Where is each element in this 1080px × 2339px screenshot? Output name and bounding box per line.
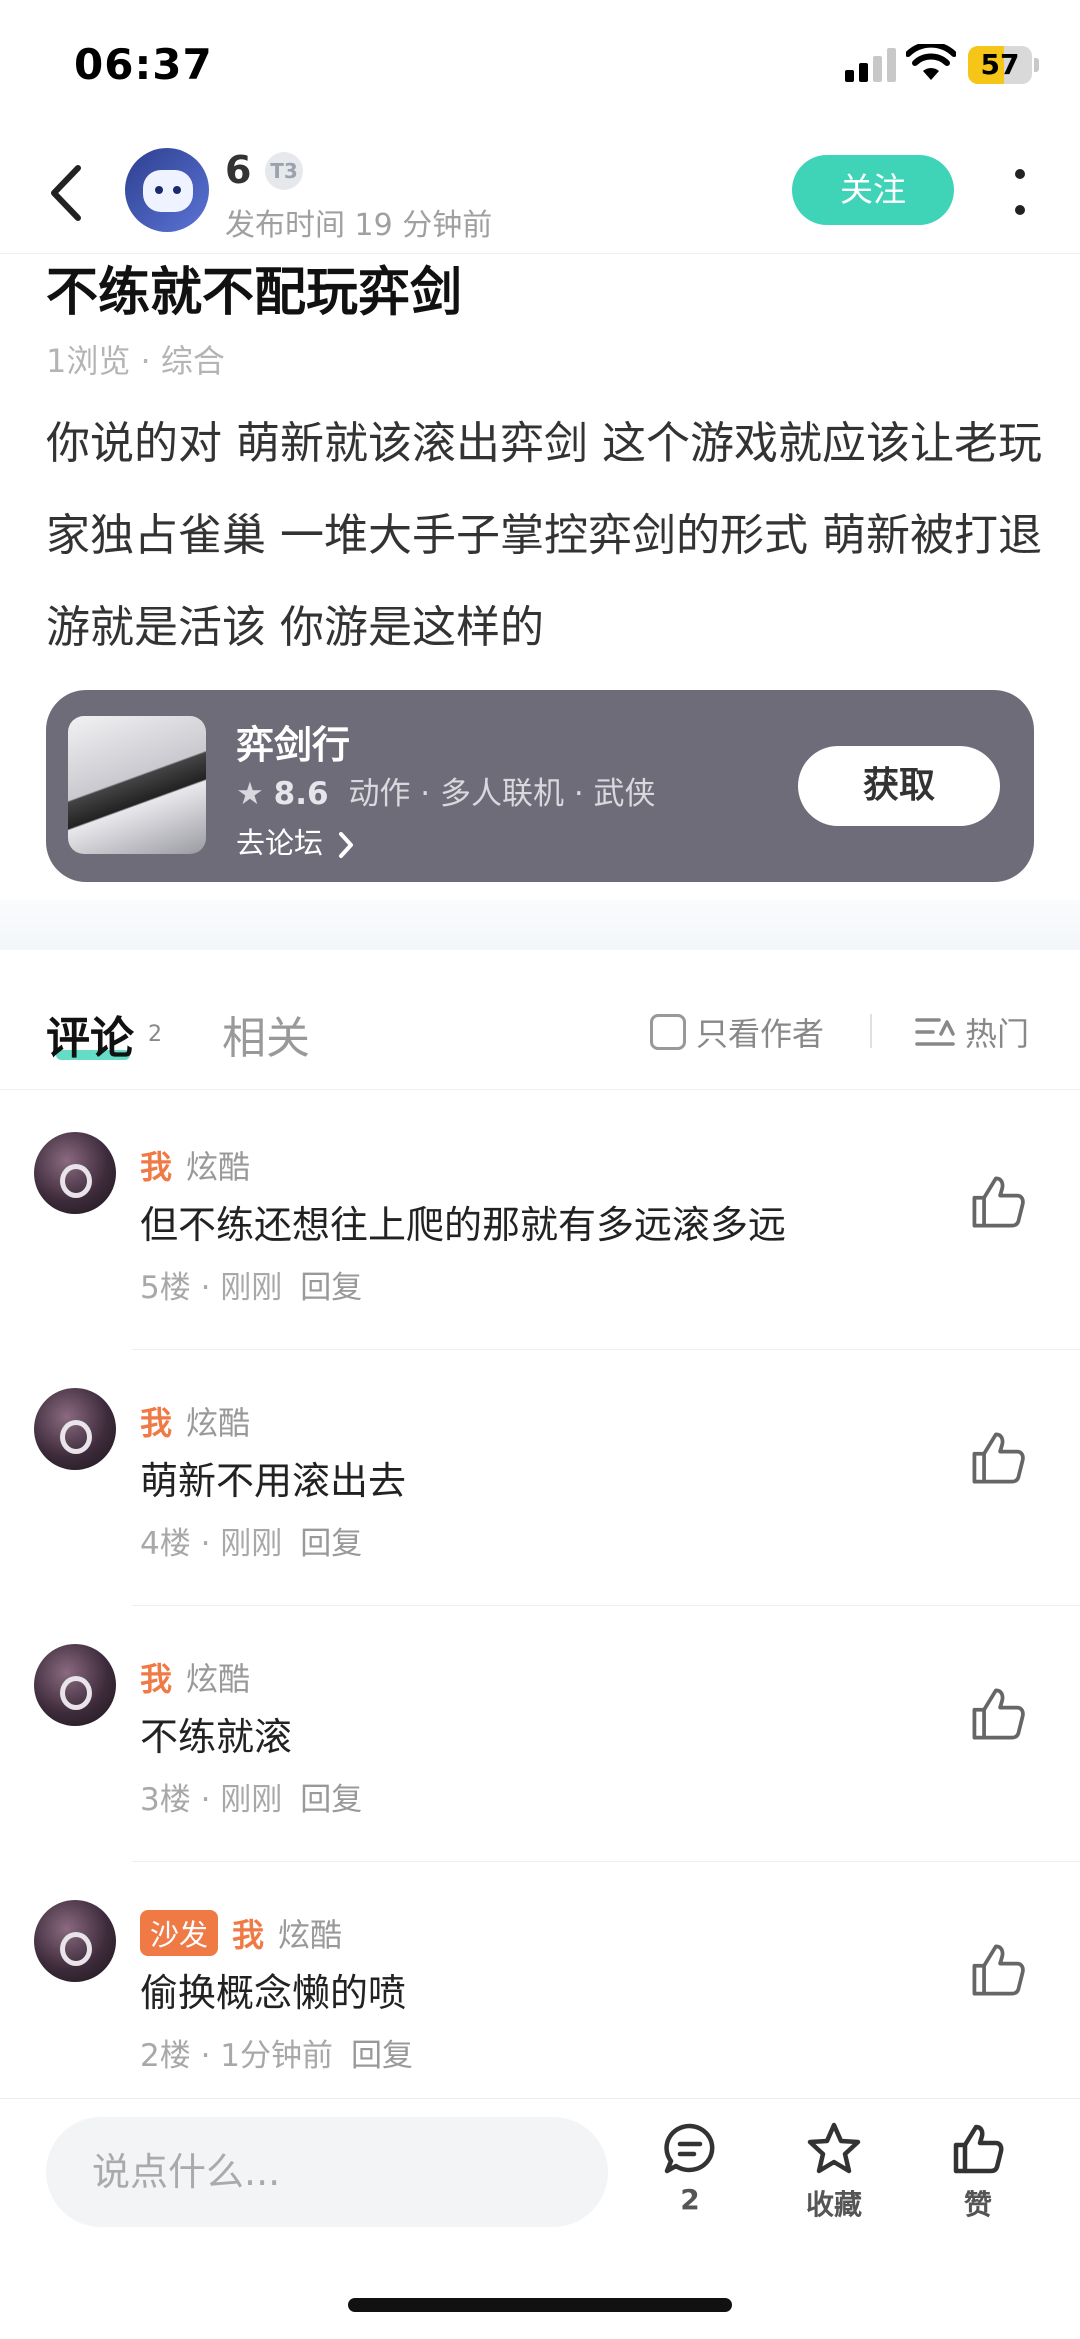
comment-icon [664,2123,715,2174]
home-indicator [348,2298,732,2312]
game-tags: 动作 · 多人联机 · 武侠 [348,776,656,812]
favorite-star-icon [807,2122,861,2174]
game-card[interactable]: 弈剑行 ★ 8.6 动作 · 多人联机 · 武侠 去论坛 获取 [46,690,1034,882]
forum-link-label: 去论坛 [236,826,324,860]
star-icon: ★ [236,776,264,812]
author-only-toggle[interactable]: 只看作者 [650,1010,824,1054]
comment-item[interactable]: 我 炫酷 不练就滚 3楼 · 刚刚 回复 [0,1606,1080,1862]
battery-percent: 57 [980,48,1020,81]
tab-comments[interactable]: 评论 [46,1002,134,1066]
comment-floor-time: 3楼 · 刚刚 [140,1782,283,1818]
like-button[interactable]: 赞 [928,2121,1028,2231]
divider [870,1014,872,1048]
signal-icon [845,48,896,82]
commenter-avatar[interactable] [34,1900,116,1982]
thumbs-up-icon[interactable] [968,1172,1028,1232]
game-rating: 8.6 [273,776,329,812]
tab-comments-count: 2 [148,1022,162,1047]
reply-button[interactable]: 回复 [300,1782,362,1818]
checkbox-icon[interactable] [650,1014,686,1050]
commenter-avatar[interactable] [34,1132,116,1214]
comment-floor-time: 5楼 · 刚刚 [140,1270,283,1306]
chevron-right-icon [339,832,354,858]
post-meta: 1浏览 · 综合 [46,342,225,380]
more-icon[interactable] [1005,160,1035,224]
comment-input[interactable]: 说点什么... [46,2117,608,2227]
favorite-button[interactable]: 收藏 [784,2121,884,2231]
post-body: 你说的对 萌新就该滚出弈剑 这个游戏就应该让老玩家独占雀巢 一堆大手子掌控弈剑的… [46,418,1042,653]
comment-count-button[interactable]: 2 [640,2121,740,2231]
comment-meta: 3楼 · 刚刚 回复 [140,1774,362,1819]
comment-text: 萌新不用滚出去 [140,1459,407,1503]
comment-header: 我 炫酷 [140,1398,250,1444]
wifi-icon [906,44,956,80]
comment-item[interactable]: 沙发 我 炫酷 偷换概念懒的喷 2楼 · 1分钟前 回复 [0,1862,1080,2118]
comment-meta: 2楼 · 1分钟前 回复 [140,2030,413,2075]
commenter-avatar[interactable] [34,1388,116,1470]
follow-button[interactable]: 关注 [792,155,954,225]
game-rating-row: ★ 8.6 动作 · 多人联机 · 武侠 [236,768,656,813]
thumbs-up-icon[interactable] [968,1428,1028,1488]
commenter-name[interactable]: 炫酷 [186,1142,250,1188]
author-only-label: 只看作者 [696,1015,825,1053]
battery-indicator: 57 [968,46,1040,84]
thumbs-up-icon[interactable] [968,1940,1028,2000]
commenter-name[interactable]: 炫酷 [186,1398,250,1444]
game-name: 弈剑行 [236,723,351,767]
comment-text: 偷换概念懒的喷 [140,1971,407,2015]
me-tag: 我 [140,1660,173,1698]
comment-floor-time: 4楼 · 刚刚 [140,1526,283,1562]
status-bar: 06:37 57 [0,0,1080,130]
reply-button[interactable]: 回复 [300,1270,362,1306]
post-title: 不练就不配玩弈剑 [46,263,463,323]
status-time: 06:37 [74,40,213,89]
reply-button[interactable]: 回复 [300,1526,362,1562]
favorite-label: 收藏 [805,2188,862,2221]
sort-label: 热门 [965,1015,1030,1053]
author-avatar[interactable] [125,148,209,232]
comment-header: 我 炫酷 [140,1654,250,1700]
comment-meta: 4楼 · 刚刚 回复 [140,1518,362,1563]
comment-header: 沙发 我 炫酷 [140,1910,342,1956]
comment-header: 我 炫酷 [140,1142,250,1188]
author-name[interactable]: 6 [225,148,251,192]
comment-floor-time: 2楼 · 1分钟前 [140,2038,334,2074]
thumbs-up-icon[interactable] [968,1684,1028,1744]
comment-count: 2 [680,2183,700,2216]
post-header: 6 T3 发布时间 19 分钟前 关注 [0,130,1080,254]
comment-text: 不练就滚 [140,1715,293,1759]
forum-link[interactable]: 去论坛 [236,820,356,862]
thumbs-up-icon [953,2124,1004,2174]
level-badge: T3 [265,152,303,190]
publish-time: 发布时间 19 分钟前 [225,208,493,243]
sort-button[interactable]: 热门 [915,1010,1029,1054]
comment-item[interactable]: 我 炫酷 但不练还想往上爬的那就有多远滚多远 5楼 · 刚刚 回复 [0,1094,1080,1350]
like-label: 赞 [963,2188,992,2221]
reply-button[interactable]: 回复 [351,2038,413,2074]
sofa-badge: 沙发 [140,1910,219,1956]
commenter-avatar[interactable] [34,1644,116,1726]
comment-item[interactable]: 我 炫酷 萌新不用滚出去 4楼 · 刚刚 回复 [0,1350,1080,1606]
comment-meta: 5楼 · 刚刚 回复 [140,1262,362,1307]
game-cover-image[interactable] [68,716,206,854]
sort-icon [915,1018,955,1046]
comment-tabs: 评论 2 相关 只看作者 热门 [0,950,1080,1090]
back-icon[interactable] [40,158,96,228]
commenter-name[interactable]: 炫酷 [278,1910,342,1956]
me-tag: 我 [140,1404,173,1442]
commenter-name[interactable]: 炫酷 [186,1654,250,1700]
comment-text: 但不练还想往上爬的那就有多远滚多远 [140,1203,787,1247]
me-tag: 我 [140,1148,173,1186]
me-tag: 我 [232,1916,265,1954]
tab-related[interactable]: 相关 [222,1002,310,1066]
get-game-button[interactable]: 获取 [798,746,1000,826]
section-divider [0,900,1080,950]
